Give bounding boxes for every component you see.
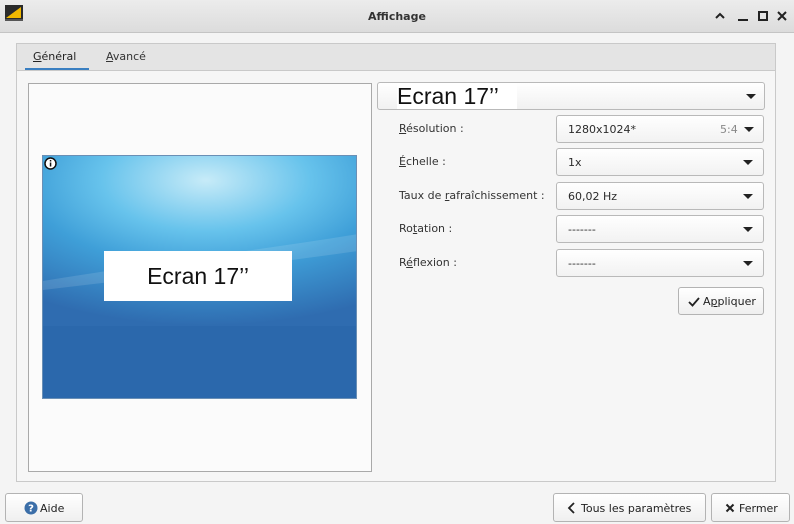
apply-label: Appliquer — [703, 295, 756, 308]
window: Affichage Général Avancé Ecran 17’’ Ecra… — [0, 0, 794, 524]
all-settings-button[interactable]: Tous les paramètres — [553, 493, 706, 522]
aspect-ratio: 5:4 — [720, 123, 738, 136]
chevron-down-icon — [746, 94, 756, 99]
maximize-icon — [758, 11, 768, 21]
close-icon — [777, 11, 787, 21]
reflection-label-post: flexion : — [412, 256, 457, 269]
rotation-value: ------- — [568, 223, 596, 236]
reflection-label: Réflexion : — [399, 256, 457, 269]
close-window-button[interactable] — [775, 9, 789, 23]
minimize-icon — [738, 19, 748, 21]
monitor-label: Ecran 17’’ — [104, 251, 292, 301]
resolution-label: Résolution : — [399, 122, 464, 135]
chevron-down-icon — [743, 261, 753, 266]
reflection-select[interactable]: ------- — [556, 249, 764, 277]
tab-general-label: énéral — [41, 50, 77, 63]
apply-button[interactable]: Appliquer — [678, 287, 764, 315]
close-label: Fermer — [739, 502, 778, 515]
refresh-rate-value: 60,02 Hz — [568, 190, 618, 203]
tab-advanced-mnemonic: A — [106, 50, 113, 63]
rotation-label-post: ation : — [417, 222, 453, 235]
refresh-label-post: afraîchissement : — [449, 189, 545, 202]
scale-select[interactable]: 1x — [556, 148, 764, 176]
resolution-label-text: ésolution : — [406, 122, 464, 135]
scale-label-text: chelle : — [405, 155, 446, 168]
rotation-select[interactable]: ------- — [556, 215, 764, 243]
minimize-button[interactable] — [736, 9, 750, 23]
refresh-label-pre: Taux de — [399, 189, 445, 202]
resolution-value: 1280x1024* — [568, 123, 636, 136]
screen-select[interactable]: Ecran 17’’ — [377, 82, 765, 110]
info-icon[interactable] — [44, 157, 57, 170]
rotation-label: Rotation : — [399, 222, 452, 235]
tab-advanced-label: vancé — [112, 50, 146, 63]
close-button[interactable]: Fermer — [711, 493, 790, 522]
tab-general[interactable]: Général — [33, 50, 76, 63]
maximize-button[interactable] — [756, 9, 770, 23]
reflection-label-mnemonic: é — [406, 256, 413, 269]
help-label: Aide — [40, 502, 65, 515]
window-title: Affichage — [368, 10, 426, 23]
apply-label-post: pliquer — [717, 295, 756, 308]
resolution-select[interactable]: 1280x1024* 5:4 — [556, 115, 764, 143]
reflection-value: ------- — [568, 257, 596, 270]
apply-label-pre: A — [703, 295, 711, 308]
chevron-down-icon — [743, 227, 753, 232]
shade-button[interactable] — [713, 9, 727, 23]
all-settings-label: Tous les paramètres — [581, 502, 692, 515]
scale-label: Échelle : — [399, 155, 446, 168]
close-icon — [725, 503, 735, 513]
scale-value: 1x — [568, 156, 582, 169]
refresh-rate-label: Taux de rafraîchissement : — [399, 189, 545, 202]
title-bar[interactable]: Affichage — [0, 0, 794, 33]
rotation-label-pre: Ro — [399, 222, 413, 235]
svg-text:?: ? — [28, 504, 34, 515]
tab-general-mnemonic: G — [33, 50, 42, 63]
help-icon: ? — [24, 501, 38, 515]
refresh-rate-select[interactable]: 60,02 Hz — [556, 182, 764, 210]
chevron-down-icon — [743, 194, 753, 199]
check-icon — [688, 297, 700, 307]
chevron-left-icon — [567, 502, 575, 514]
chevron-down-icon — [744, 127, 754, 132]
scale-label-mnemonic: É — [399, 155, 406, 168]
chevron-up-icon — [715, 12, 725, 19]
tab-advanced[interactable]: Avancé — [106, 50, 146, 63]
screen-select-value: Ecran 17’’ — [397, 83, 517, 109]
tab-bar: Général Avancé — [16, 43, 776, 71]
apply-label-mnemonic: p — [710, 295, 718, 308]
help-button[interactable]: ? Aide — [5, 493, 83, 522]
chevron-down-icon — [743, 160, 753, 165]
